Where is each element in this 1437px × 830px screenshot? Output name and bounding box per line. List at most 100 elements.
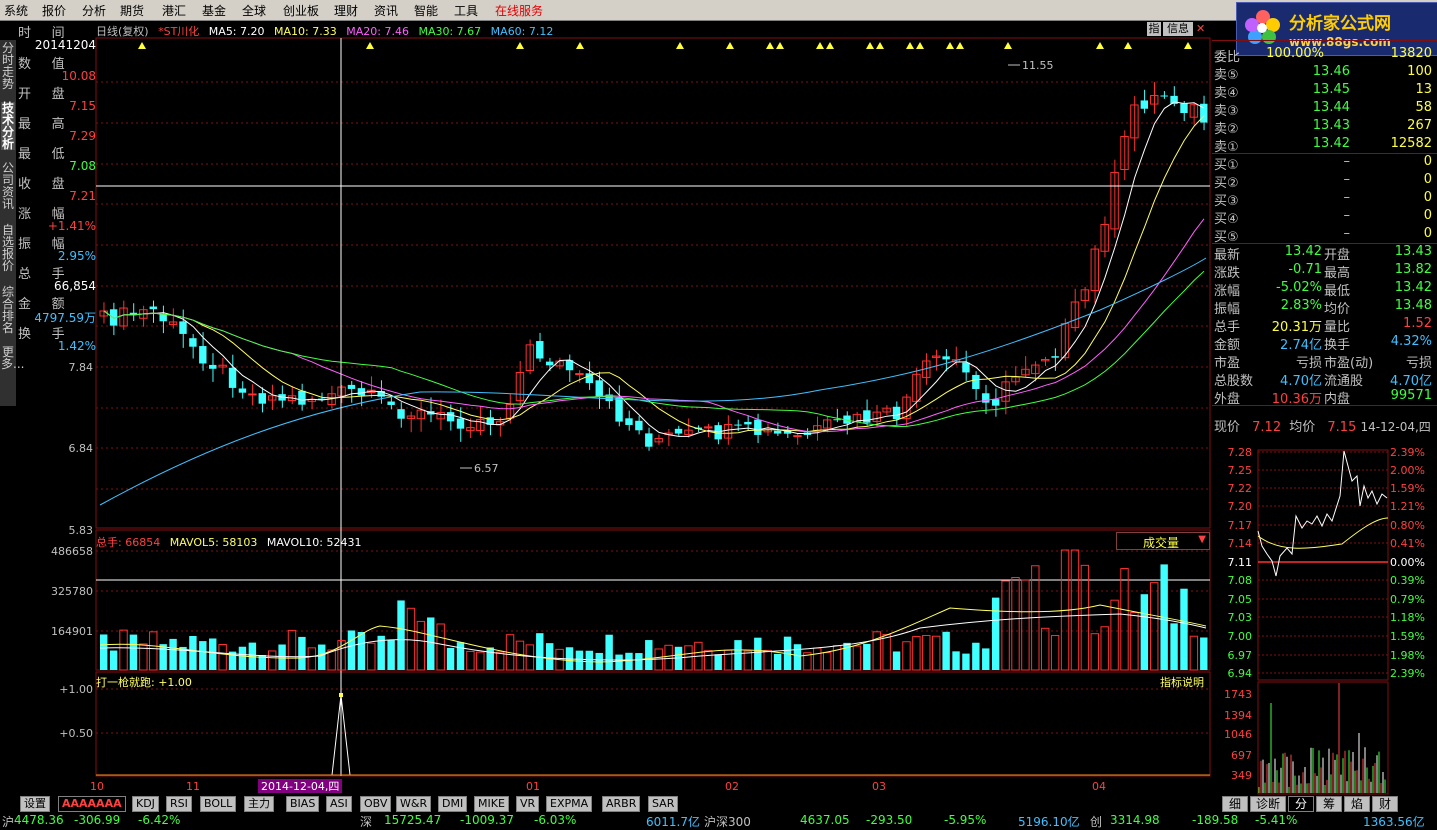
- volume-bar: [476, 651, 485, 671]
- buy-price[interactable]: –: [1270, 172, 1351, 187]
- signal-triangle: [866, 42, 874, 49]
- sell-price[interactable]: 13.44: [1270, 100, 1350, 115]
- volume-bar: [972, 642, 980, 670]
- menu-item[interactable]: 期货: [120, 2, 144, 19]
- signal-triangle: [676, 42, 684, 49]
- stat-label: 最新: [1214, 248, 1241, 263]
- ticker-item: 6011.7亿: [646, 815, 700, 829]
- stat-label: 总手: [1214, 320, 1241, 335]
- info-button[interactable]: 信息: [1163, 22, 1193, 36]
- indicator-tab[interactable]: RSI: [166, 796, 192, 812]
- candle: [892, 406, 901, 420]
- volume-bar: [427, 617, 435, 670]
- volume-bar: [1189, 635, 1199, 671]
- indicator-tab[interactable]: 设置: [20, 796, 50, 812]
- indicator-tab[interactable]: VR: [516, 796, 540, 812]
- indicator-tab[interactable]: SAR: [648, 796, 679, 812]
- volume-bar: [139, 643, 148, 671]
- volume-bar: [982, 648, 990, 670]
- sell-price[interactable]: 13.45: [1270, 82, 1350, 97]
- menu-item[interactable]: 工具: [454, 2, 478, 19]
- volume-bar: [446, 647, 455, 670]
- ticker-item: -306.99: [74, 813, 121, 827]
- stat-value: -5.02%: [1276, 280, 1322, 295]
- indicator-tab[interactable]: 主力: [244, 796, 274, 812]
- side-tab[interactable]: 诊断: [1250, 796, 1286, 812]
- stat-value: 13.82: [1394, 262, 1432, 277]
- sell-price[interactable]: 13.46: [1270, 64, 1350, 79]
- volume-bar: [892, 651, 901, 670]
- side-tab[interactable]: 筹: [1316, 796, 1342, 812]
- candle: [595, 380, 603, 397]
- menu-item[interactable]: 创业板: [283, 2, 319, 19]
- menu-item[interactable]: 全球: [242, 2, 266, 19]
- menu-item[interactable]: 在线服务: [495, 2, 543, 19]
- buy-price[interactable]: –: [1270, 154, 1351, 169]
- volume-bar: [863, 643, 871, 670]
- indicator-selector[interactable]: 成交量 ▼: [1116, 532, 1210, 550]
- ticker-item: 1363.56亿: [1363, 815, 1425, 829]
- indicator-tab[interactable]: BOLL: [200, 796, 237, 812]
- indicator-help-button[interactable]: 指标说明: [1160, 674, 1204, 690]
- indicator-tab[interactable]: ASI: [326, 796, 352, 812]
- buy-price[interactable]: –: [1270, 208, 1351, 223]
- volume-bar: [495, 651, 505, 671]
- sell-price[interactable]: 13.42: [1270, 136, 1350, 151]
- volume-bar: [466, 650, 475, 671]
- signal-triangle: [776, 42, 784, 49]
- indicator-pane: [95, 671, 1211, 777]
- buy-level-label: 买③: [1214, 194, 1239, 209]
- menu-item[interactable]: 基金: [202, 2, 226, 19]
- side-tab[interactable]: 焰: [1344, 796, 1370, 812]
- indicator-tab[interactable]: ARBR: [602, 796, 641, 812]
- volume-header: 总手: 66854 MAVOL5: 58103 MAVOL10: 52431: [96, 534, 361, 550]
- period-label[interactable]: 日线(复权): [96, 25, 149, 38]
- buy-price[interactable]: –: [1270, 190, 1351, 205]
- menu-item[interactable]: 分析: [82, 2, 106, 19]
- volume-bar: [1180, 588, 1188, 670]
- volume-bar: [287, 629, 297, 671]
- volume-bar: [773, 653, 782, 670]
- volume-bar: [605, 634, 613, 670]
- menu-item[interactable]: 智能: [414, 2, 438, 19]
- menu-item[interactable]: 报价: [42, 2, 66, 19]
- side-tab[interactable]: 财: [1372, 796, 1398, 812]
- stat-value: 亏损: [1295, 356, 1322, 371]
- zhi-button[interactable]: 指: [1147, 22, 1161, 36]
- volume-axis-label: 325780: [51, 585, 93, 598]
- stat-value: -0.71: [1288, 262, 1322, 277]
- mini-avg-label: 均价: [1289, 420, 1316, 435]
- indicator-tab[interactable]: MIKE: [474, 796, 509, 812]
- side-tab[interactable]: 分: [1288, 796, 1314, 812]
- mavol5-label: MAVOL5: 58103: [169, 536, 258, 549]
- menu-item[interactable]: 理财: [334, 2, 358, 19]
- stat-value: 13.48: [1394, 298, 1432, 313]
- volume-bar: [109, 650, 118, 670]
- signal-triangle: [516, 42, 524, 49]
- sell-price[interactable]: 13.43: [1270, 118, 1350, 133]
- stat-value: 4.70亿: [1390, 374, 1432, 389]
- volume-bar: [357, 631, 366, 670]
- candle: [734, 424, 742, 426]
- volume-bar: [723, 649, 733, 671]
- candle: [545, 361, 554, 366]
- menu-item[interactable]: 资讯: [374, 2, 398, 19]
- side-tab[interactable]: 细: [1222, 796, 1248, 812]
- candle: [674, 428, 683, 434]
- volume-bar: [714, 654, 722, 670]
- signal-triangle: [366, 42, 374, 49]
- indicator-tab[interactable]: DMI: [438, 796, 468, 812]
- indicator-tab[interactable]: W&R: [396, 796, 432, 812]
- ticker-item: -293.50: [866, 813, 913, 827]
- close-icon[interactable]: ✕: [1196, 22, 1208, 36]
- mini-right-axis-label: 2.00%: [1390, 464, 1425, 477]
- indicator-tab[interactable]: EXPMA: [546, 796, 593, 812]
- volume-bar: [1050, 635, 1060, 671]
- menu-item[interactable]: 港汇: [162, 2, 186, 19]
- buy-price[interactable]: –: [1270, 226, 1351, 241]
- indicator-tab[interactable]: KDJ: [132, 796, 159, 812]
- indicator-tab[interactable]: BIAS: [286, 796, 320, 812]
- menu-item[interactable]: 系统: [4, 2, 28, 19]
- indicator-tab[interactable]: OBV: [360, 796, 392, 812]
- indicator-tab[interactable]: AAAAAAA: [58, 796, 126, 812]
